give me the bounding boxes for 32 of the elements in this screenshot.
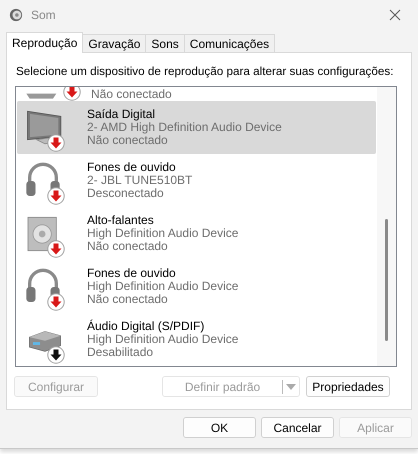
device-status: Desconectado (87, 187, 165, 200)
device-status: Não conectado (87, 134, 169, 147)
device-model: 2- JBL TUNE510BT (87, 174, 192, 187)
device-item[interactable]: Fones de ouvido High Definition Audio Device Não conectado (17, 260, 376, 313)
dialog-button[interactable]: Cancelar (261, 417, 334, 438)
device-item[interactable]: Não conectado (17, 87, 376, 101)
tab[interactable]: Reprodução (6, 32, 84, 53)
close-icon (389, 9, 401, 21)
device-status: Não conectado (91, 88, 172, 101)
tab[interactable]: Comunicações (184, 34, 276, 52)
scrollbar-thumb[interactable] (385, 219, 388, 341)
dialog-button[interactable]: OK (183, 417, 256, 438)
device-item[interactable]: Alto-falantes High Definition Audio Device Não conectado (17, 207, 376, 260)
device-name: Saída Digital (87, 108, 156, 121)
device-model: 2- AMD High Definition Audio Device (87, 121, 282, 134)
device-status: Não conectado (87, 293, 169, 306)
list-action-button[interactable]: Propriedades (306, 376, 390, 397)
device-name: Fones de ouvido (87, 161, 177, 174)
device-name: Fones de ouvido (87, 267, 177, 280)
device-name: Alto-falantes (87, 214, 155, 227)
device-item[interactable]: Saída Digital 2- AMD High Definition Audio Device Não conectado (17, 101, 376, 154)
window-title: Som (31, 8, 57, 22)
device-model: High Definition Audio Device (87, 280, 238, 293)
scrollbar[interactable] (377, 87, 396, 366)
device-model: High Definition Audio Device (87, 227, 238, 240)
device-model: High Definition Audio Device (87, 333, 238, 346)
instruction-text: Selecione um dispositivo de reprodução para alterar suas configurações: (16, 65, 394, 78)
device-item[interactable]: Fones de ouvido 2- JBL TUNE510BT Desconectado (17, 154, 376, 207)
tab[interactable]: Gravação (82, 34, 146, 52)
device-status: Não conectado (87, 240, 169, 253)
device-name: Áudio Digital (S/PDIF) (87, 320, 206, 333)
device-status: Desabilitado (87, 346, 154, 359)
